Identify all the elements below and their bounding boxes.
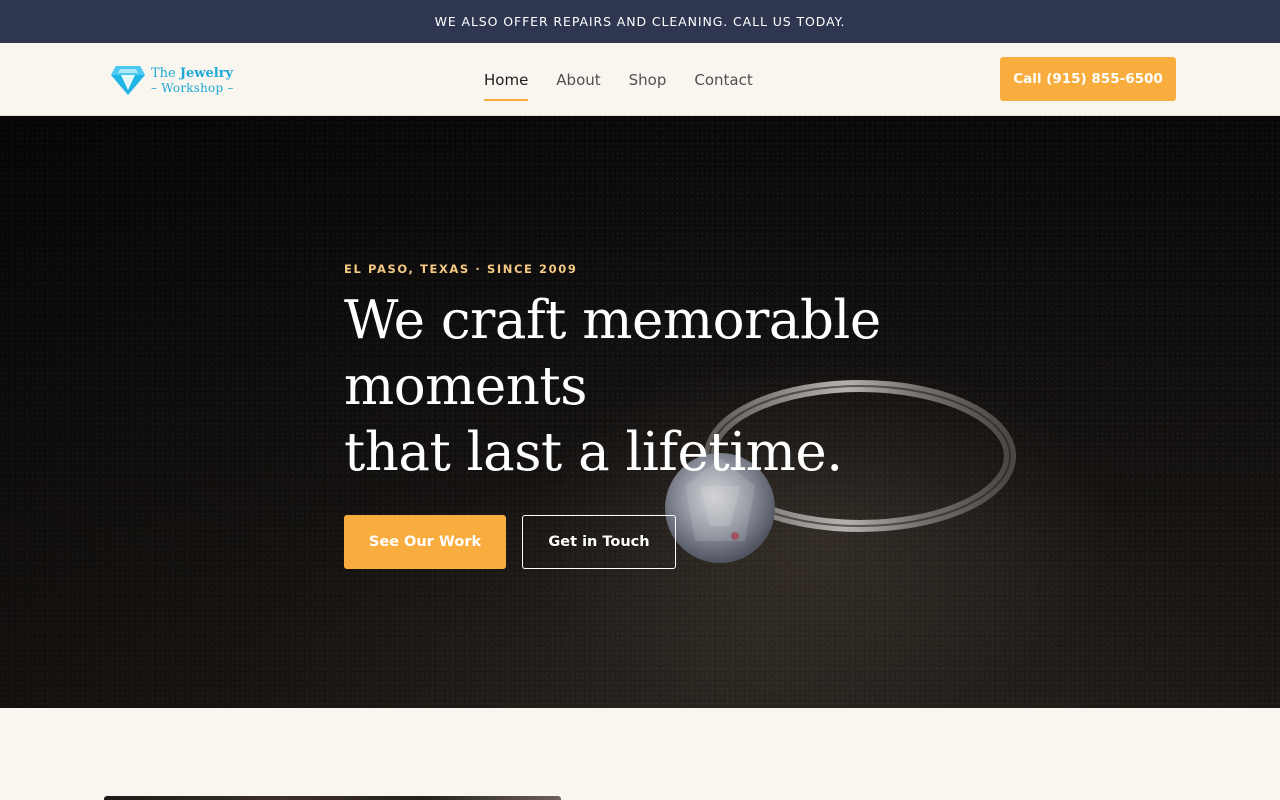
nav-item-shop[interactable]: Shop xyxy=(629,65,667,95)
hero-headline-line-2: moments xyxy=(344,356,587,417)
get-in-touch-button[interactable]: Get in Touch xyxy=(522,515,676,569)
announcement-bar: WE ALSO OFFER REPAIRS AND CLEANING. CALL… xyxy=(0,0,1280,43)
logo-line-2: – Workshop – xyxy=(151,80,234,95)
see-our-work-button[interactable]: See Our Work xyxy=(344,515,506,569)
logo-wordmark: The Jewelry – Workshop – xyxy=(151,67,234,94)
hero-headline: We craft memorable moments that last a l… xyxy=(344,288,964,486)
site-header: The Jewelry – Workshop – Home About Shop… xyxy=(0,43,1280,116)
hero-section: EL PASO, TEXAS · SINCE 2009 We craft mem… xyxy=(0,116,1280,708)
main-nav: Home About Shop Contact xyxy=(484,43,781,116)
nav-item-about[interactable]: About xyxy=(556,65,600,95)
hero-headline-line-1: We craft memorable xyxy=(344,290,881,351)
announcement-text: WE ALSO OFFER REPAIRS AND CLEANING. CALL… xyxy=(434,14,846,29)
diamond-icon xyxy=(111,66,145,95)
logo-line-1-bold: Jewelry xyxy=(179,65,234,81)
logo-line-1-prefix: The xyxy=(151,65,180,81)
hero-headline-line-3: that last a lifetime. xyxy=(344,422,843,483)
call-button[interactable]: Call (915) 855-6500 xyxy=(1000,57,1176,101)
site-logo[interactable]: The Jewelry – Workshop – xyxy=(110,62,234,98)
content-section xyxy=(0,708,1280,800)
hero-eyebrow: EL PASO, TEXAS · SINCE 2009 xyxy=(344,262,578,276)
logo-line-1: The Jewelry xyxy=(151,67,234,80)
section-image xyxy=(104,796,561,800)
nav-item-home[interactable]: Home xyxy=(484,65,529,101)
nav-item-contact[interactable]: Contact xyxy=(694,65,752,95)
